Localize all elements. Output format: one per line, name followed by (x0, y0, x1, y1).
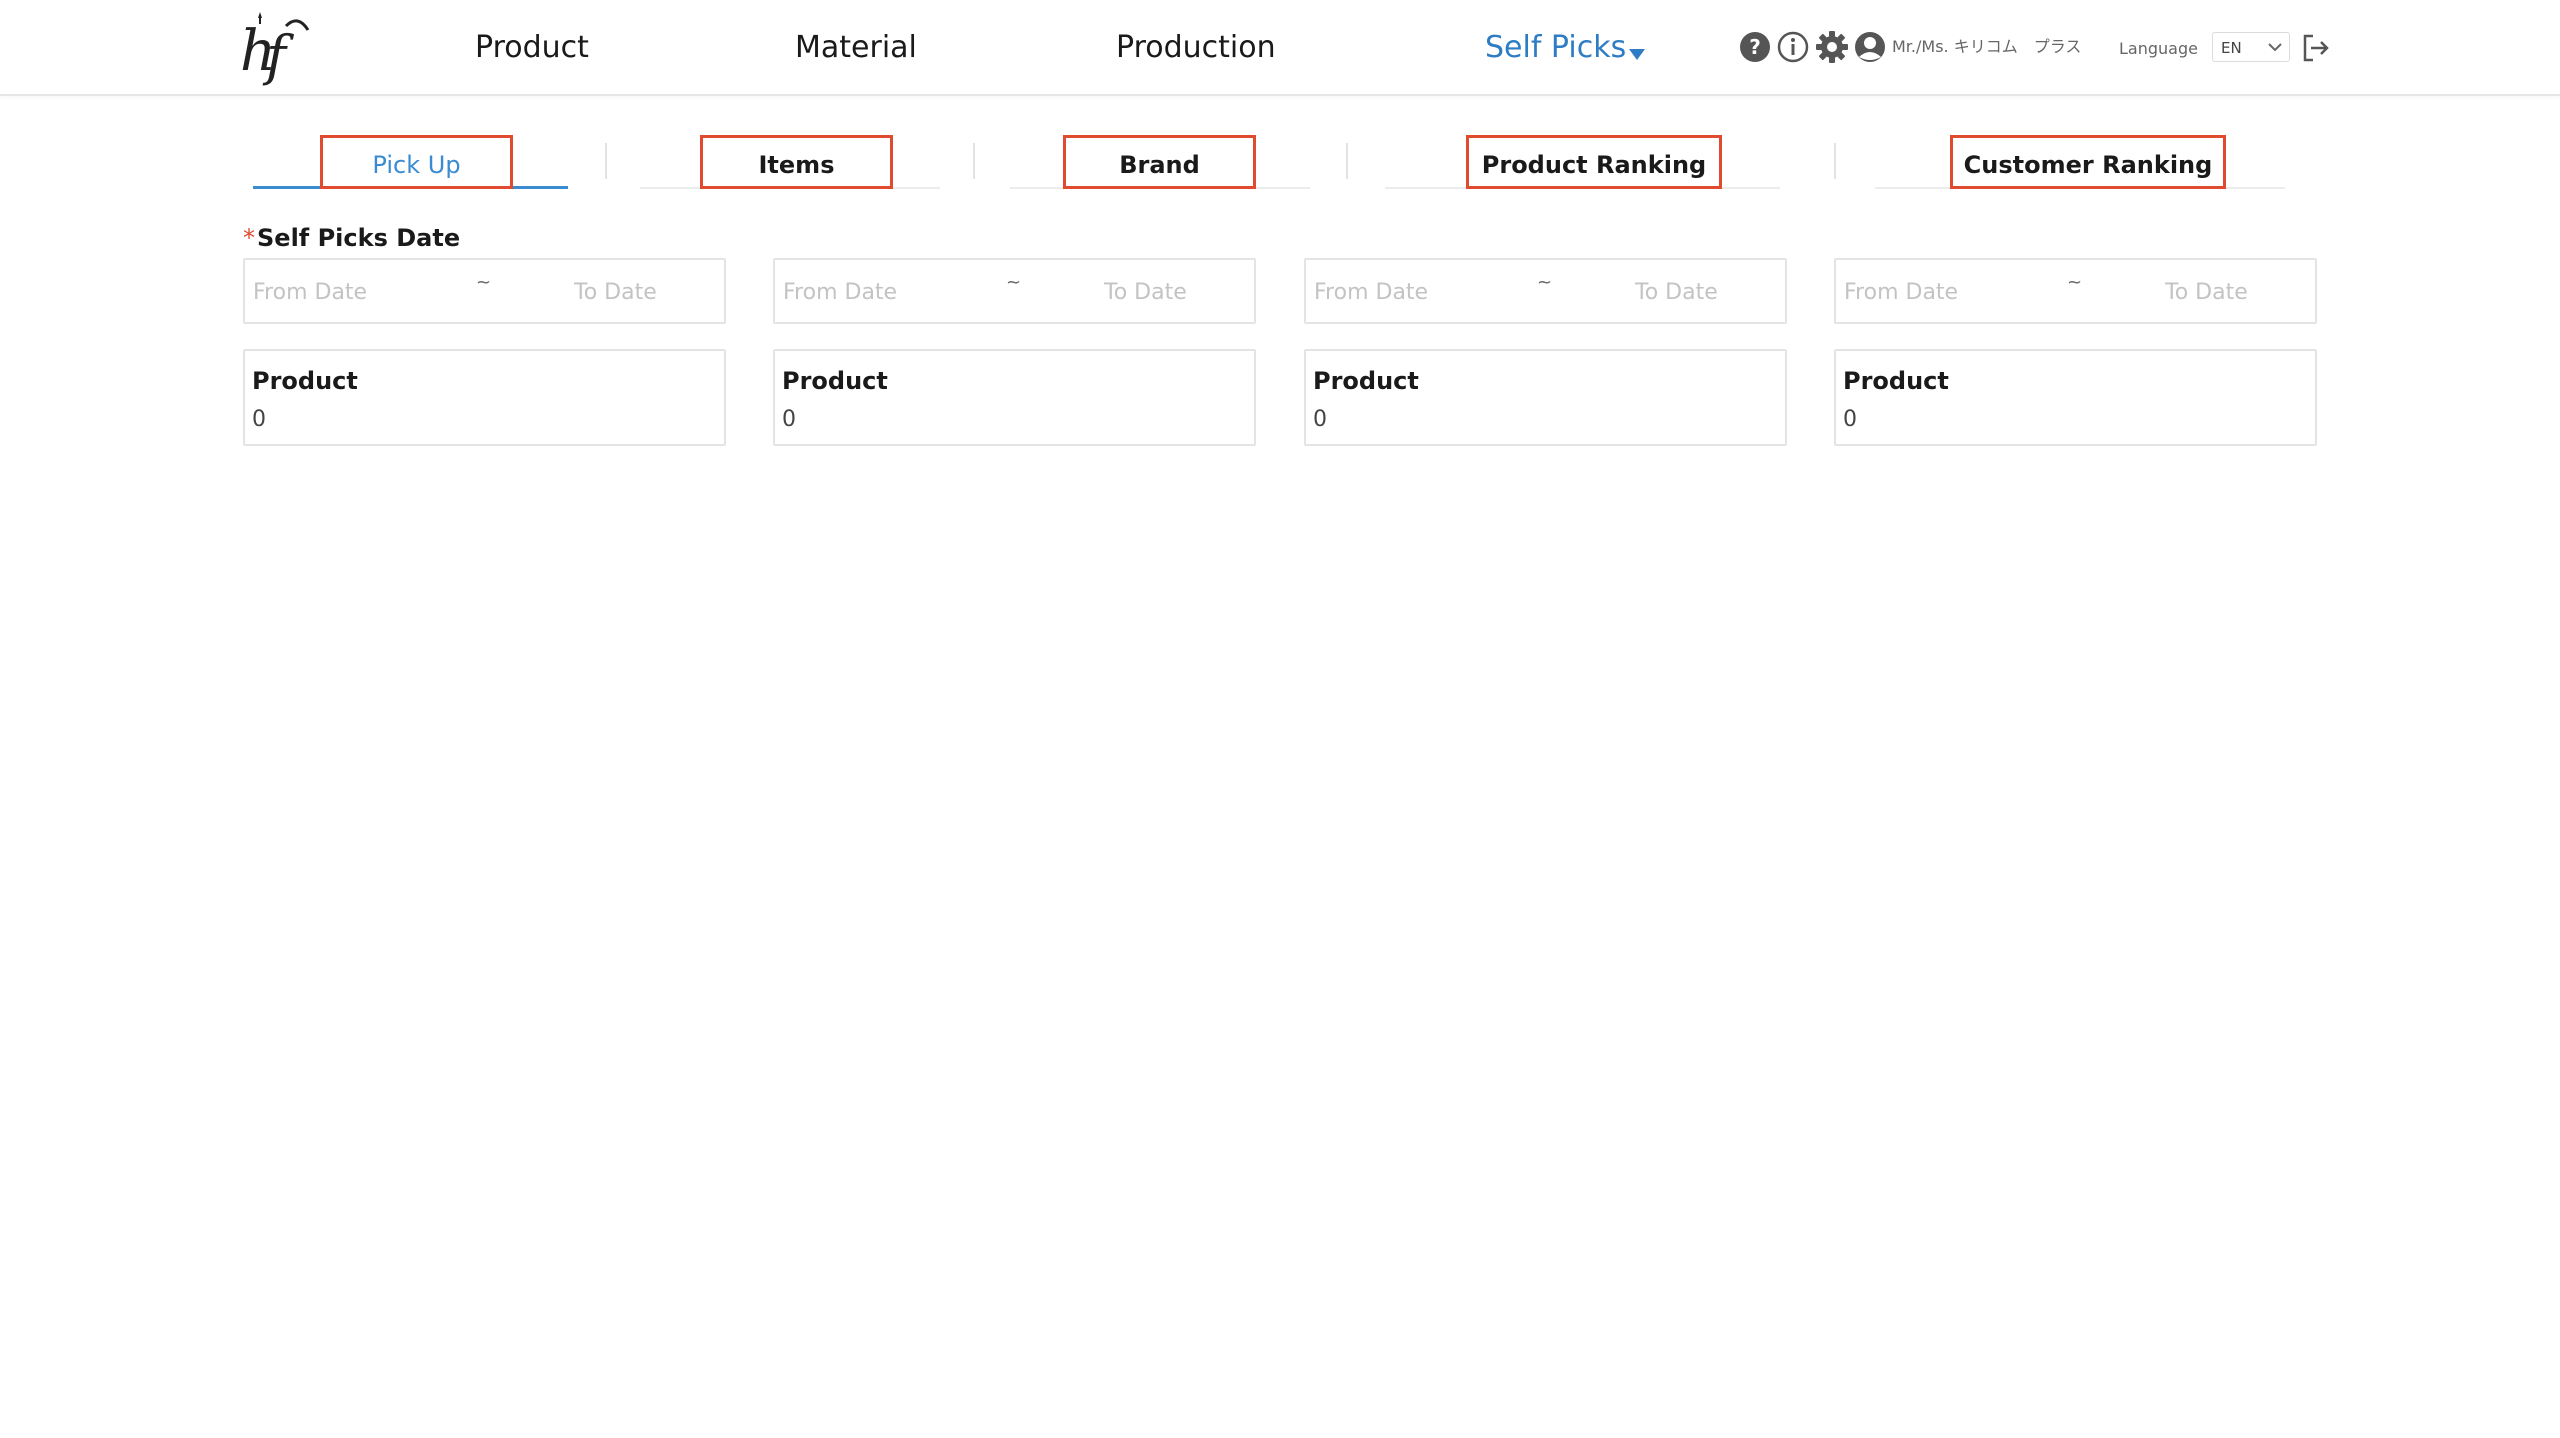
to-date-input[interactable] (2165, 274, 2305, 310)
tab-items[interactable]: Items (700, 135, 893, 189)
tab-brand[interactable]: Brand (1063, 135, 1256, 189)
product-card-title: Product (1313, 367, 1419, 395)
info-circle-icon[interactable] (1776, 30, 1810, 64)
date-range-picker[interactable]: ~ (773, 258, 1256, 324)
date-range-separator: ~ (2067, 272, 2083, 293)
caret-down-icon (1629, 49, 1646, 60)
product-card-value: 0 (1843, 407, 1857, 432)
tab-customer-ranking[interactable]: Customer Ranking (1950, 135, 2226, 189)
user-circle-icon[interactable] (1853, 30, 1887, 64)
product-count-card: Product 0 (1304, 349, 1787, 446)
date-range-picker[interactable]: ~ (1304, 258, 1787, 324)
nav-self-picks[interactable]: Self Picks (1485, 0, 1646, 94)
from-date-input[interactable] (783, 274, 983, 310)
required-mark: * (243, 224, 255, 252)
product-card-value: 0 (782, 407, 796, 432)
tab-divider (1834, 143, 1836, 179)
svg-text:?: ? (1749, 35, 1761, 59)
date-range-separator: ~ (1006, 272, 1022, 293)
tab-product-ranking[interactable]: Product Ranking (1466, 135, 1722, 189)
htf-logo[interactable]: h f (236, 8, 316, 86)
tab-pick-up[interactable]: Pick Up (320, 135, 513, 189)
date-range-picker[interactable]: ~ (243, 258, 726, 324)
date-range-separator: ~ (1537, 272, 1553, 293)
self-picks-page: h f Product Material Production Self Pic… (0, 0, 2560, 1438)
nav-self-picks-label: Self Picks (1485, 30, 1627, 65)
language-select-value: EN (2221, 39, 2242, 57)
product-card-title: Product (1843, 367, 1949, 395)
date-range-picker[interactable]: ~ (1834, 258, 2317, 324)
gear-icon[interactable] (1815, 30, 1849, 64)
self-picks-date-text: Self Picks Date (257, 224, 461, 252)
from-date-input[interactable] (1844, 274, 2044, 310)
product-count-card: Product 0 (243, 349, 726, 446)
language-label: Language (2119, 39, 2198, 58)
nav-production[interactable]: Production (1116, 0, 1276, 94)
user-name: Mr./Ms. キリコム プラス (1892, 37, 2082, 56)
from-date-input[interactable] (253, 274, 453, 310)
nav-product[interactable]: Product (475, 0, 589, 94)
top-navigation-bar: h f Product Material Production Self Pic… (0, 0, 2560, 96)
chevron-down-icon (2268, 43, 2282, 52)
product-card-title: Product (782, 367, 888, 395)
date-range-separator: ~ (476, 272, 492, 293)
product-card-title: Product (252, 367, 358, 395)
logout-icon[interactable] (2300, 32, 2332, 64)
tab-divider (605, 143, 607, 179)
tab-divider (1346, 143, 1348, 179)
product-card-value: 0 (252, 407, 266, 432)
to-date-input[interactable] (574, 274, 714, 310)
nav-material[interactable]: Material (795, 0, 917, 94)
language-select[interactable]: EN (2212, 32, 2290, 62)
to-date-input[interactable] (1104, 274, 1244, 310)
self-picks-date-label: *Self Picks Date (243, 224, 460, 252)
svg-text:f: f (262, 24, 294, 86)
product-card-value: 0 (1313, 407, 1327, 432)
tab-divider (973, 143, 975, 179)
product-count-card: Product 0 (773, 349, 1256, 446)
question-circle-icon[interactable]: ? (1738, 30, 1772, 64)
from-date-input[interactable] (1314, 274, 1514, 310)
product-count-card: Product 0 (1834, 349, 2317, 446)
to-date-input[interactable] (1635, 274, 1775, 310)
